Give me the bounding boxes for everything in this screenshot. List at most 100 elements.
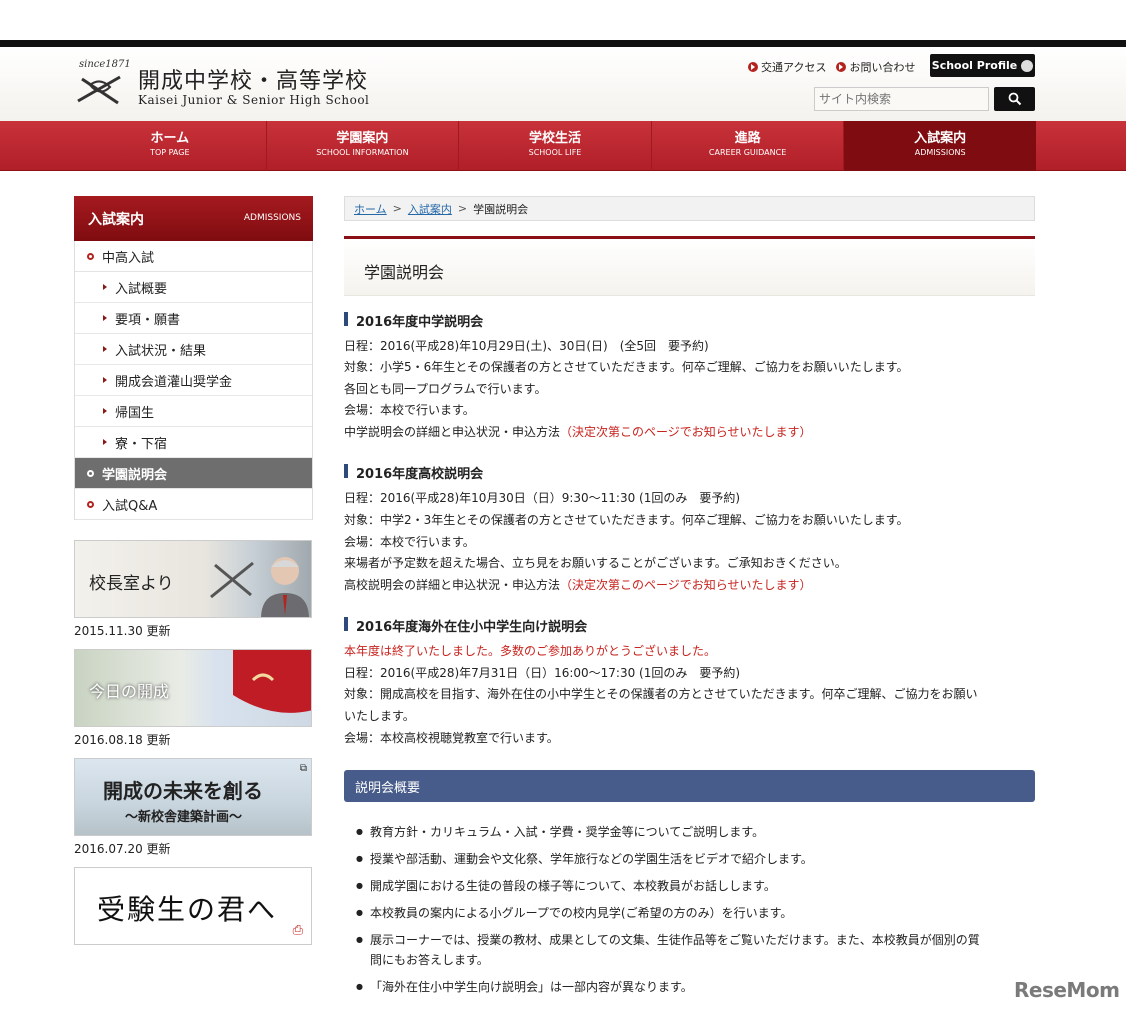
sidebar-item-junior-senior-exam[interactable]: 中高入試 — [75, 241, 312, 272]
triangle-bullet-icon — [103, 346, 107, 352]
nav-career-guidance[interactable]: 進路 CAREER GUIDANCE — [650, 121, 844, 171]
sidebar-title-jp: 入試案内 — [88, 212, 144, 228]
nav-label-en: SCHOOL INFORMATION — [316, 148, 409, 157]
banner-text: 受験生の君へ — [97, 893, 278, 926]
triangle-bullet-icon — [103, 284, 107, 290]
list-item: 開成学園における生徒の普段の様子等について、本校教員がお話しします。 — [356, 876, 1036, 896]
future-banner[interactable]: 開成の未来を創る ～新校舎建築計画～ ⧉ — [74, 758, 312, 836]
since-label: since1871 — [79, 59, 131, 70]
sidebar-item-label: 入試状況・結果 — [115, 343, 207, 359]
text-line: 会場：本校で行います。 — [344, 535, 475, 549]
banner-date: 2016.07.20 更新 — [74, 842, 171, 856]
text-line: 対象：開成高校を目指す、海外在住の小中学生とその保護者の方とさせていただきます。… — [344, 687, 978, 701]
triangle-bullet-icon — [103, 377, 107, 383]
principal-banner[interactable]: 校長室より — [74, 540, 312, 618]
list-item: 教育方針・カリキュラム・入試・学費・奨学金等についてご説明します。 — [356, 822, 1036, 842]
sidebar-item-exam-results[interactable]: 入試状況・結果 — [75, 334, 312, 365]
sidebar-title-en: ADMISSIONS — [243, 213, 301, 223]
sidebar-item-exam-overview[interactable]: 入試概要 — [75, 272, 312, 303]
nav-label-jp: 入試案内 — [914, 131, 967, 146]
nav-admissions[interactable]: 入試案内 ADMISSIONS — [843, 121, 1036, 171]
sidebar-item-guidelines[interactable]: 要項・願書 — [75, 303, 312, 334]
access-link[interactable]: 交通アクセス — [748, 59, 826, 75]
school-name-en: Kaisei Junior & Senior High School — [138, 93, 370, 107]
sidebar-item-label: 中高入試 — [102, 250, 155, 266]
sidebar-heading: 入試案内 ADMISSIONS — [74, 196, 313, 241]
sidebar-item-label: 要項・願書 — [115, 312, 181, 328]
pdf-icon: ⎙ — [292, 923, 303, 938]
triangle-bullet-icon — [103, 408, 107, 414]
overview-heading: 説明会概要 — [344, 770, 1035, 802]
page-title: 学園説明会 — [344, 236, 1035, 296]
site-search-input[interactable] — [814, 87, 989, 111]
site-header: since1871 開成中学校・高等学校 Kaisei Junior & Sen… — [0, 47, 1126, 121]
overview-list: 教育方針・カリキュラム・入試・学費・奨学金等についてご説明します。 授業や部活動… — [356, 822, 1036, 1004]
text-line: 中学説明会の詳細と申込状況・申込方法（決定次第このページでお知らせいたします） — [344, 422, 812, 443]
triangle-bullet-icon — [103, 315, 107, 321]
sidebar-item-label: 入試概要 — [115, 281, 168, 297]
finished-notice: 本年度は終了いたしました。多数のご参加ありがとうございました。 — [344, 644, 717, 658]
arrow-circle-icon — [836, 62, 847, 72]
globe-icon — [1021, 59, 1034, 72]
today-banner[interactable]: 今日の開成 — [74, 649, 312, 727]
breadcrumb-current: 学園説明会 — [473, 202, 529, 216]
list-item-line: 展示コーナーでは、授業の教材、成果としての文集、生徒作品等をご覧いただけます。ま… — [370, 933, 980, 947]
text-line: 各回とも同一プログラムで行います。 — [344, 382, 547, 396]
nav-school-life[interactable]: 学校生活 SCHOOL LIFE — [458, 121, 651, 171]
nav-school-information[interactable]: 学園案内 SCHOOL INFORMATION — [265, 121, 459, 171]
school-logo[interactable]: since1871 開成中学校・高等学校 Kaisei Junior & Sen… — [76, 59, 396, 115]
details-prefix: 中学説明会の詳細と申込状況・申込方法 — [344, 425, 561, 439]
ring-bullet-icon — [87, 469, 94, 477]
ring-bullet-icon — [87, 252, 94, 260]
top-bar — [0, 40, 1126, 47]
contact-link[interactable]: お問い合わせ — [836, 59, 915, 75]
school-profile-button[interactable]: School Profile — [930, 54, 1035, 77]
section-heading-overseas: 2016年度海外在住小中学生向け説明会 — [344, 616, 587, 635]
breadcrumb-home[interactable]: ホーム — [354, 201, 387, 217]
breadcrumb-admissions[interactable]: 入試案内 — [408, 201, 452, 217]
list-item: 展示コーナーでは、授業の教材、成果としての文集、生徒作品等をご覧いただけます。ま… — [356, 930, 1036, 970]
sidebar-menu: 中高入試 入試概要 要項・願書 入試状況・結果 開成会道灌山奨学金 帰国生 寮・… — [74, 241, 313, 520]
banner-subtext: ～新校舎建築計画～ — [125, 810, 243, 825]
list-item-line: 問にもお答えします。 — [370, 953, 489, 967]
text-line: 対象：小学5・6年生とその保護者の方とさせていただきます。何卒ご理解、ご協力をお… — [344, 360, 909, 374]
ring-bullet-icon — [87, 500, 94, 508]
school-profile-label: School Profile — [931, 59, 1018, 72]
text-line: 対象：中学2・3年生とその保護者の方とさせていただきます。何卒ご理解、ご協力をお… — [344, 513, 909, 527]
crest-icon — [77, 75, 121, 105]
external-link-icon: ⧉ — [299, 763, 307, 774]
list-item: 授業や部活動、運動会や文化祭、学年旅行などの学園生活をビデオで紹介します。 — [356, 849, 1036, 869]
search-button[interactable] — [994, 87, 1035, 111]
sidebar-item-exam-qa[interactable]: 入試Q&A — [75, 489, 312, 520]
details-notice: （決定次第このページでお知らせいたします） — [560, 425, 812, 439]
text-line: 来場者が予定数を超えた場合、立ち見をお願いすることがございます。ご承知おきくださ… — [344, 556, 847, 570]
list-item: 本校教員の案内による小グループでの校内見学(ご希望の方のみ）を行います。 — [356, 903, 1036, 923]
watermark-logo: ReseMom — [1014, 978, 1120, 1002]
principal-portrait-icon — [261, 557, 309, 617]
nav-top-page[interactable]: ホーム TOP PAGE — [74, 121, 266, 171]
section-heading-jh: 2016年度中学説明会 — [344, 311, 483, 330]
details-prefix: 高校説明会の詳細と申込状況・申込方法 — [344, 578, 561, 592]
exam-candidates-banner[interactable]: 受験生の君へ ⎙ — [74, 867, 312, 945]
access-link-label: 交通アクセス — [761, 61, 827, 74]
breadcrumb-separator: > — [457, 202, 468, 215]
sidebar-item-returnees[interactable]: 帰国生 — [75, 396, 312, 427]
sidebar-item-scholarship[interactable]: 開成会道灌山奨学金 — [75, 365, 312, 396]
text-line: いたします。 — [344, 709, 415, 723]
nav-label-en: SCHOOL LIFE — [528, 148, 582, 157]
flag-icon — [233, 650, 311, 713]
header-links: 交通アクセス お問い合わせ — [748, 59, 915, 75]
sidebar-item-info-session[interactable]: 学園説明会 — [75, 458, 312, 489]
crest-icon — [210, 561, 254, 599]
text-line: 日程：2016(平成28)年10月30日（日）9:30～11:30 (1回のみ … — [344, 491, 741, 505]
school-name-jp: 開成中学校・高等学校 — [138, 69, 369, 94]
breadcrumb: ホーム > 入試案内 > 学園説明会 — [344, 196, 1035, 221]
sidebar-item-label: 寮・下宿 — [115, 436, 168, 452]
sidebar-item-dormitory[interactable]: 寮・下宿 — [75, 427, 312, 458]
search-icon — [1008, 92, 1021, 106]
nav-label-jp: 学園案内 — [336, 131, 389, 146]
breadcrumb-separator: > — [392, 202, 402, 215]
triangle-bullet-icon — [103, 439, 107, 445]
section-heading-hs: 2016年度高校説明会 — [344, 463, 483, 482]
banner-date: 2016.08.18 更新 — [74, 733, 171, 747]
